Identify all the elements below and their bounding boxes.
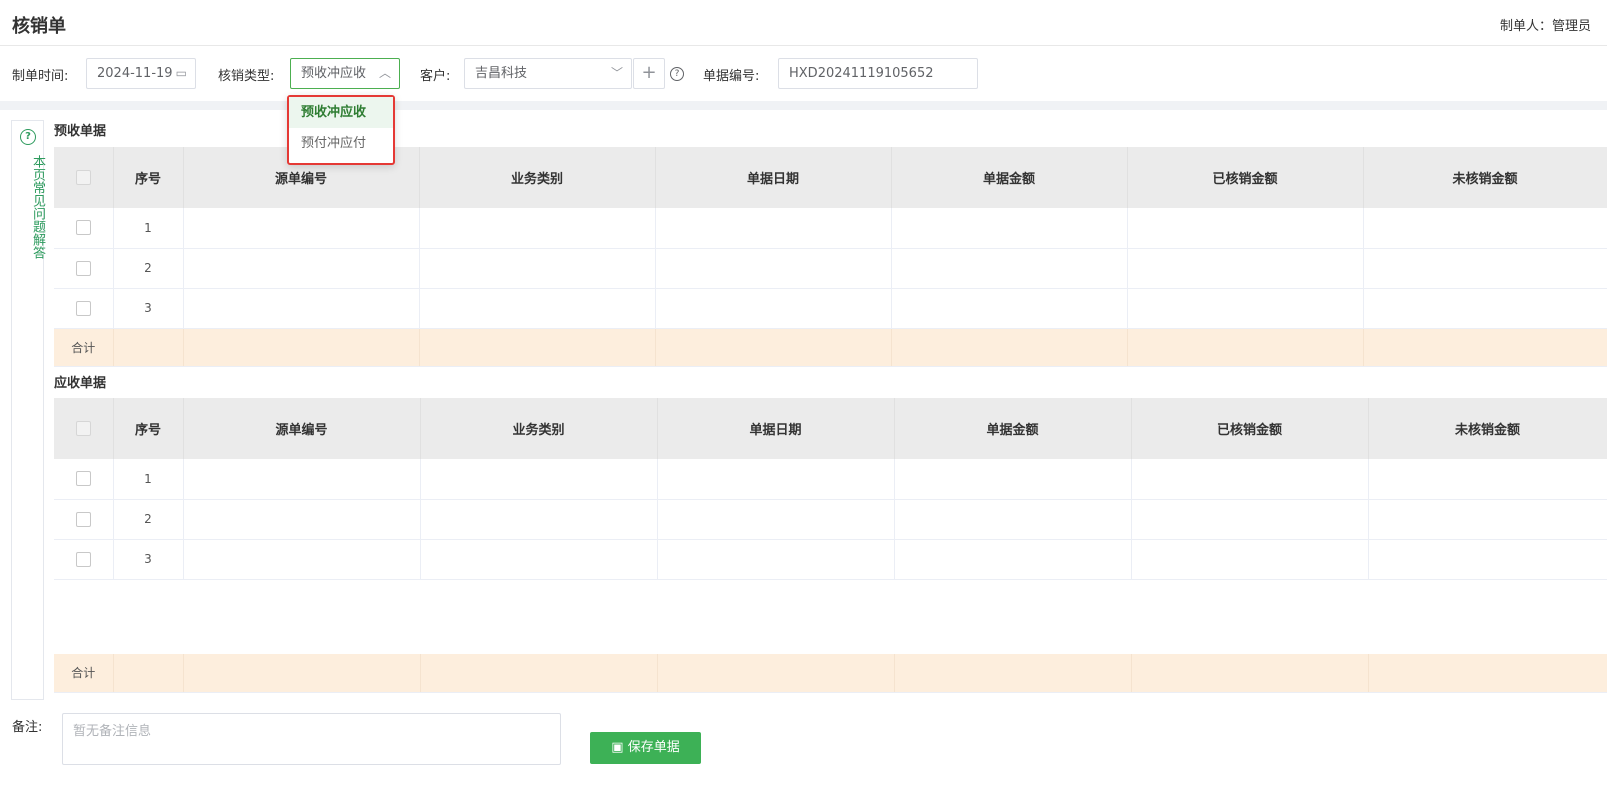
help-icon[interactable]: ? — [670, 67, 684, 81]
dropdown-option-receivable[interactable]: 预收冲应收 — [289, 97, 393, 128]
date-picker[interactable]: 2024-11-19 ▭ — [86, 58, 196, 89]
doc-no-label: 单据编号: — [703, 69, 760, 84]
select-all-checkbox[interactable] — [75, 170, 91, 185]
row-checkbox[interactable] — [75, 471, 91, 487]
row-checkbox[interactable] — [75, 300, 91, 316]
row-index: 1 — [113, 208, 184, 249]
row-index: 3 — [113, 288, 184, 329]
prepay-table: 序号 源单编号 业务类别 单据日期 单据金额 已核销金额 未核销金额 1 2 3… — [54, 147, 1607, 367]
chevron-down-icon: ﹀ — [610, 66, 623, 80]
col-header: 单据金额 — [891, 147, 1128, 208]
table-row[interactable]: 3 — [54, 539, 1607, 580]
doc-no-input[interactable]: HXD20241119105652 — [778, 58, 978, 89]
section-receivable-title: 应收单据 — [54, 376, 107, 391]
type-label: 核销类型: — [218, 69, 275, 84]
creator-label: 制单人：管理员 — [1499, 19, 1591, 34]
chevron-up-icon: ︿ — [378, 66, 391, 80]
row-index: 1 — [113, 459, 184, 500]
date-value: 2024-11-19 — [97, 66, 173, 81]
page-header: 核销单 制单人：管理员 — [0, 0, 1607, 46]
save-label: 保存单据 — [627, 740, 680, 755]
type-select[interactable]: 预收冲应收 ︿ — [290, 58, 400, 89]
remark-placeholder: 暂无备注信息 — [73, 724, 152, 739]
dropdown-option-payable[interactable]: 预付冲应付 — [289, 128, 393, 159]
doc-no-value: HXD20241119105652 — [789, 66, 934, 81]
row-index: 3 — [113, 539, 184, 580]
col-header: 已核销金额 — [1127, 147, 1364, 208]
customer-select[interactable]: 吉昌科技 ﹀ — [464, 58, 632, 89]
filter-bar: 制单时间: 2024-11-19 ▭ 核销类型: 预收冲应收 ︿ 客户: 吉昌科… — [0, 46, 1607, 101]
page-title: 核销单 — [12, 16, 66, 37]
row-checkbox[interactable] — [75, 220, 91, 236]
date-label: 制单时间: — [12, 69, 69, 84]
total-row: 合计 — [54, 328, 1607, 367]
faq-sidebar[interactable]: ? 本页常见问题解答 — [11, 120, 45, 700]
add-customer-button[interactable]: + — [633, 58, 665, 89]
col-header: 业务类别 — [420, 398, 658, 459]
table-row[interactable]: 1 — [54, 208, 1607, 249]
table-row[interactable]: 3 — [54, 288, 1607, 329]
col-header: 业务类别 — [419, 147, 656, 208]
row-checkbox[interactable] — [75, 260, 91, 276]
col-header: 源单编号 — [183, 398, 421, 459]
select-all-checkbox[interactable] — [75, 421, 91, 436]
total-row: 合计 — [54, 654, 1607, 693]
col-header: 已核销金额 — [1131, 398, 1369, 459]
remark-label: 备注: — [12, 720, 43, 735]
row-checkbox[interactable] — [75, 551, 91, 567]
main-panel: ? 本页常见问题解答 预收单据 序号 源单编号 业务类别 单据日期 单据金额 已… — [0, 110, 1607, 712]
type-dropdown-menu[interactable]: 预收冲应收 预付冲应付 — [287, 95, 395, 165]
table-header-row: 序号 源单编号 业务类别 单据日期 单据金额 已核销金额 未核销金额 — [54, 398, 1607, 459]
row-checkbox[interactable] — [75, 511, 91, 527]
customer-value: 吉昌科技 — [475, 66, 528, 81]
select-all-cell[interactable] — [54, 147, 114, 208]
question-icon: ? — [20, 129, 36, 145]
col-header: 未核销金额 — [1363, 147, 1607, 208]
table-row[interactable]: 2 — [54, 248, 1607, 289]
save-icon: ▣ — [611, 740, 628, 755]
col-header: 单据日期 — [655, 147, 892, 208]
type-value: 预收冲应收 — [301, 66, 367, 81]
col-header: 单据日期 — [657, 398, 895, 459]
remark-textarea[interactable]: 暂无备注信息 — [62, 713, 561, 765]
row-index: 2 — [113, 499, 184, 540]
section-prepay-title: 预收单据 — [54, 124, 107, 139]
total-label: 合计 — [54, 328, 114, 367]
faq-label: 本页常见问题解答 — [30, 155, 45, 259]
customer-label: 客户: — [420, 69, 451, 84]
save-button[interactable]: ▣ 保存单据 — [590, 732, 701, 764]
row-index: 2 — [113, 248, 184, 289]
col-header: 序号 — [113, 398, 184, 459]
footer-bar: 备注: 暂无备注信息 ▣ 保存单据 — [0, 702, 1607, 786]
calendar-icon: ▭ — [175, 66, 187, 80]
empty-area — [54, 579, 1607, 654]
col-header: 序号 — [113, 147, 184, 208]
table-row[interactable]: 1 — [54, 459, 1607, 500]
total-label: 合计 — [54, 654, 114, 693]
select-all-cell[interactable] — [54, 398, 114, 459]
col-header: 单据金额 — [894, 398, 1132, 459]
table-row[interactable]: 2 — [54, 499, 1607, 540]
col-header: 未核销金额 — [1368, 398, 1607, 459]
receivable-table: 序号 源单编号 业务类别 单据日期 单据金额 已核销金额 未核销金额 1 2 3… — [54, 398, 1607, 693]
